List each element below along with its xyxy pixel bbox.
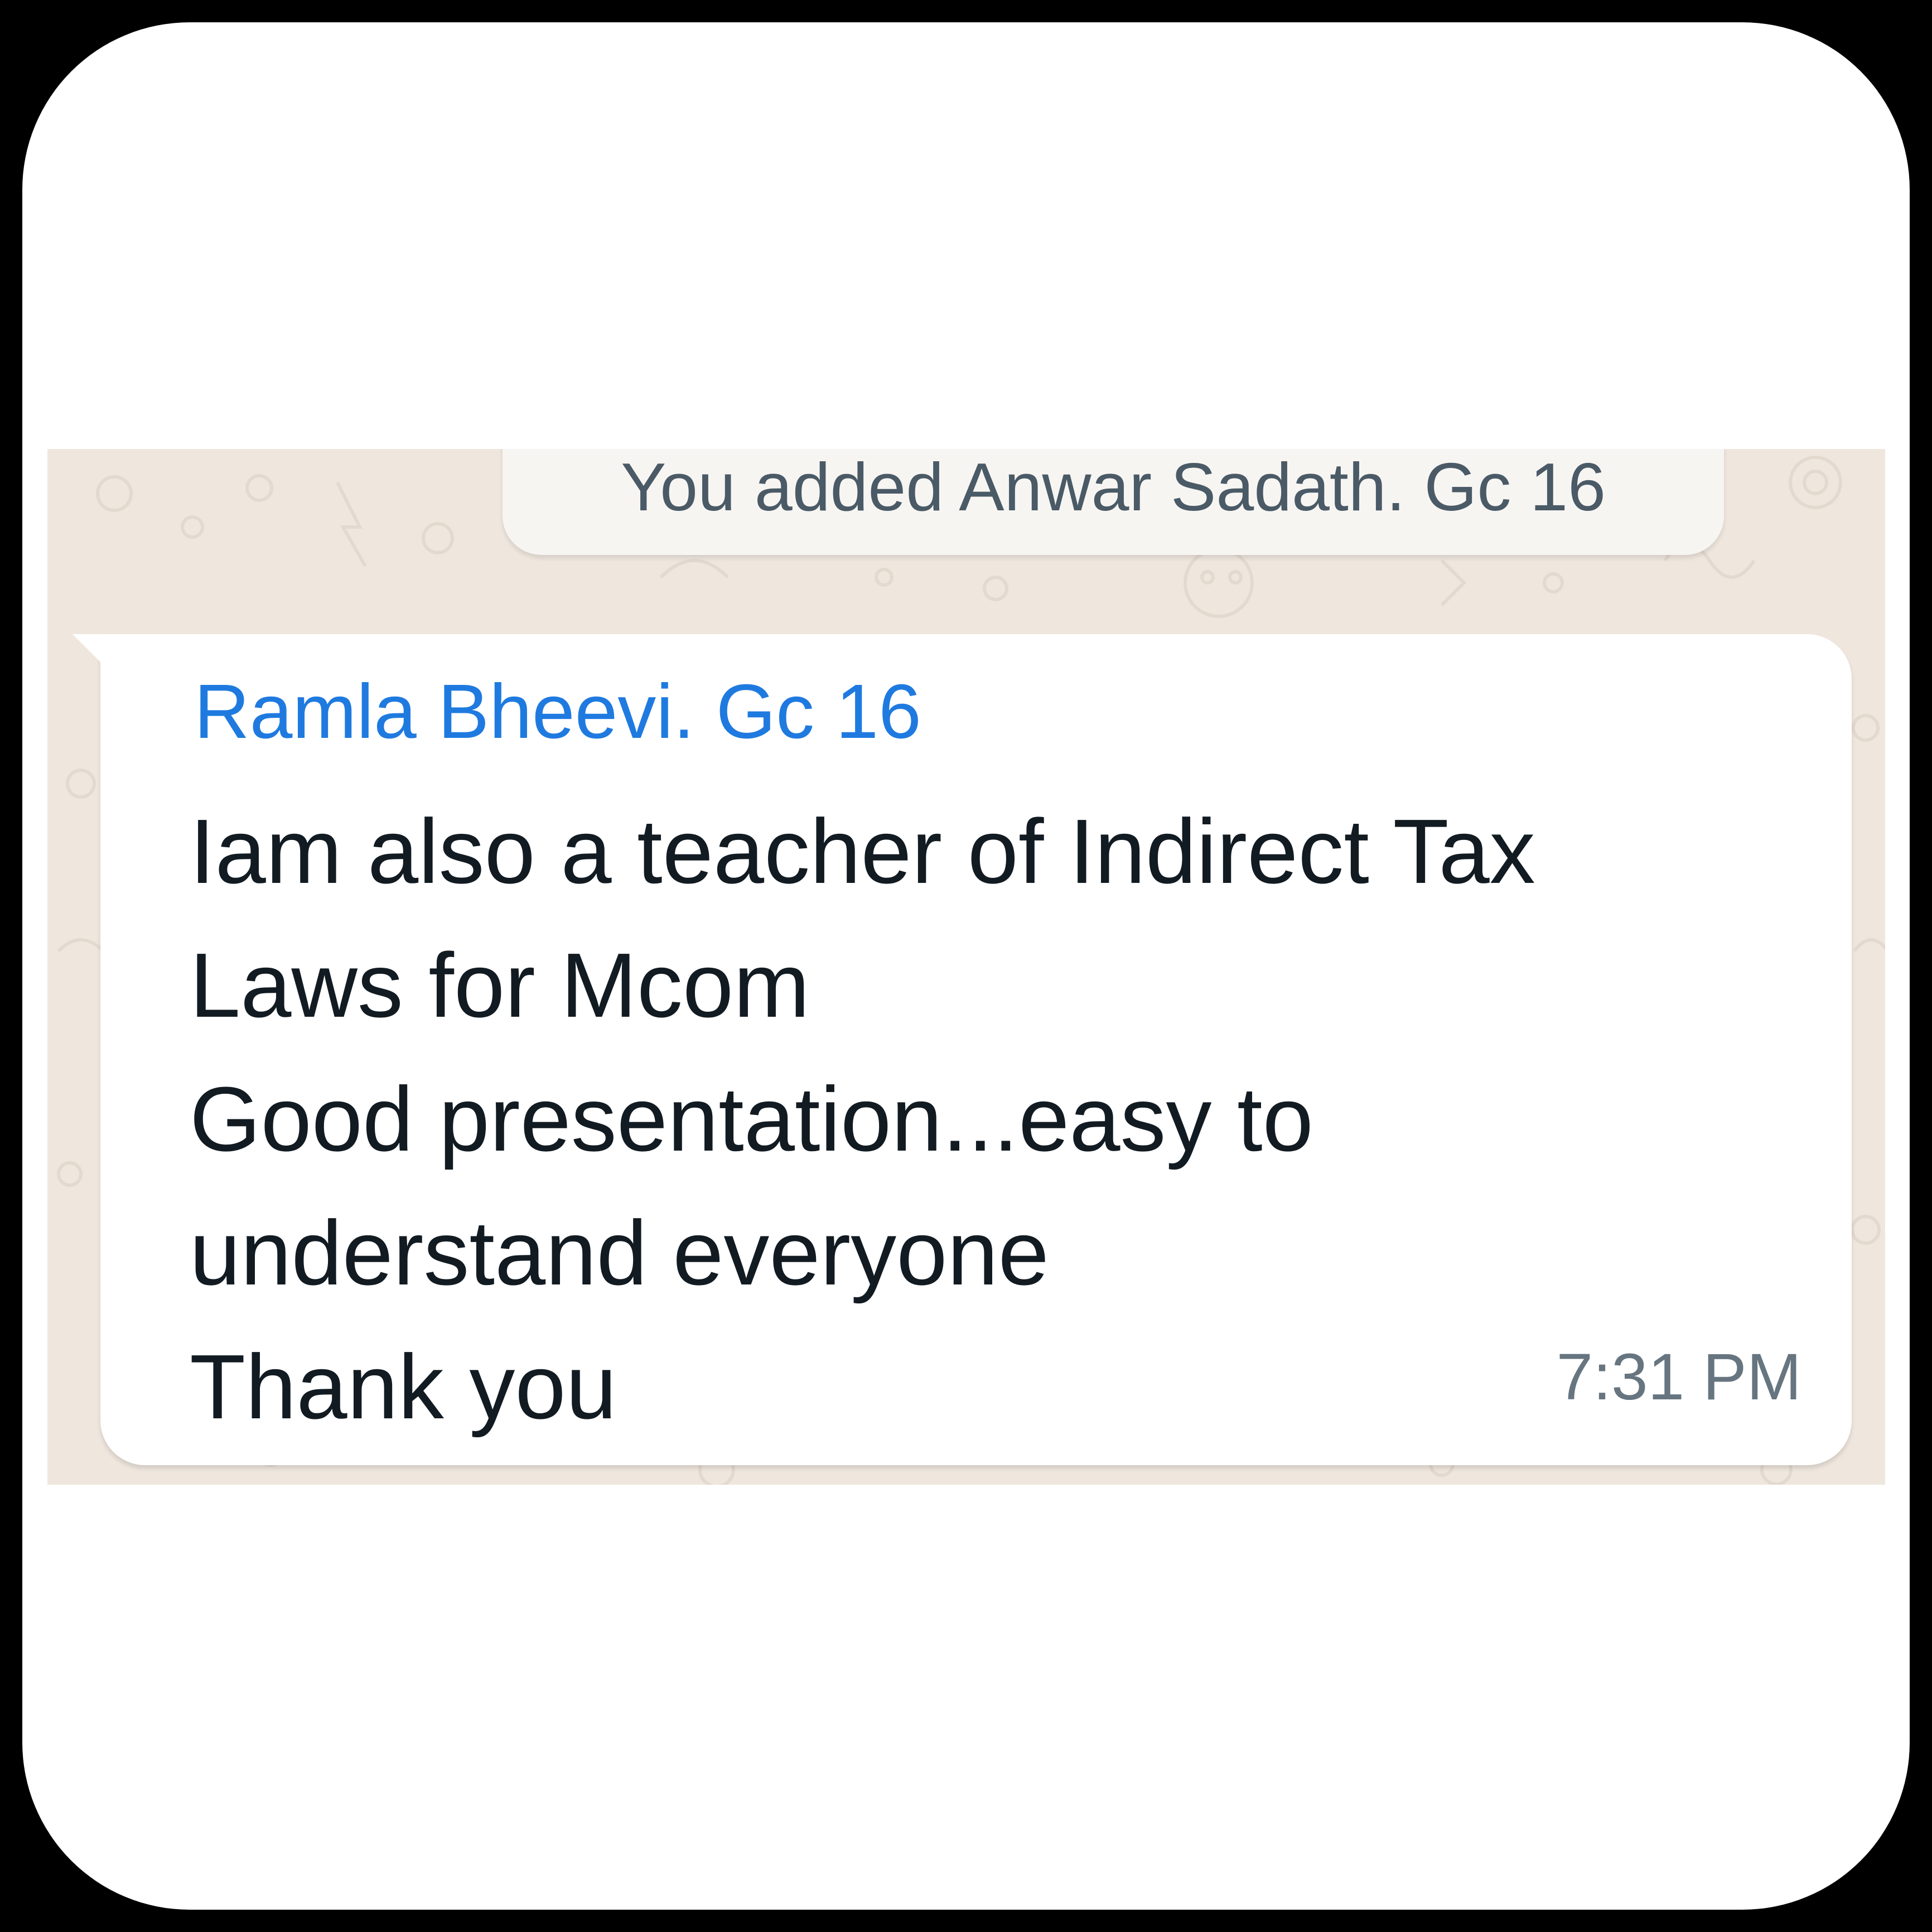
message-line: Laws for Mcom xyxy=(190,934,810,1036)
screenshot-card: You added Anwar Sadath. Gc 16 Ramla Bhee… xyxy=(22,22,1910,1910)
message-line: Iam also a teacher of Indirect Tax xyxy=(190,800,1535,902)
bubble-tail xyxy=(73,634,106,668)
message-line: understand everyone xyxy=(190,1202,1049,1304)
chat-view: You added Anwar Sadath. Gc 16 Ramla Bhee… xyxy=(47,449,1885,1485)
sender-name[interactable]: Ramla Bheevi. Gc 16 xyxy=(194,668,921,756)
message-bubble[interactable]: Ramla Bheevi. Gc 16 Iam also a teacher o… xyxy=(73,634,1852,1465)
message-line: Thank you xyxy=(190,1336,617,1438)
system-message-text: You added Anwar Sadath. Gc 16 xyxy=(621,449,1606,525)
message-line: Good presentation...easy to xyxy=(190,1068,1313,1170)
message-text: Iam also a teacher of Indirect Tax Laws … xyxy=(190,785,1535,1454)
message-timestamp: 7:31 PM xyxy=(1556,1340,1801,1414)
system-message: You added Anwar Sadath. Gc 16 xyxy=(503,449,1724,555)
